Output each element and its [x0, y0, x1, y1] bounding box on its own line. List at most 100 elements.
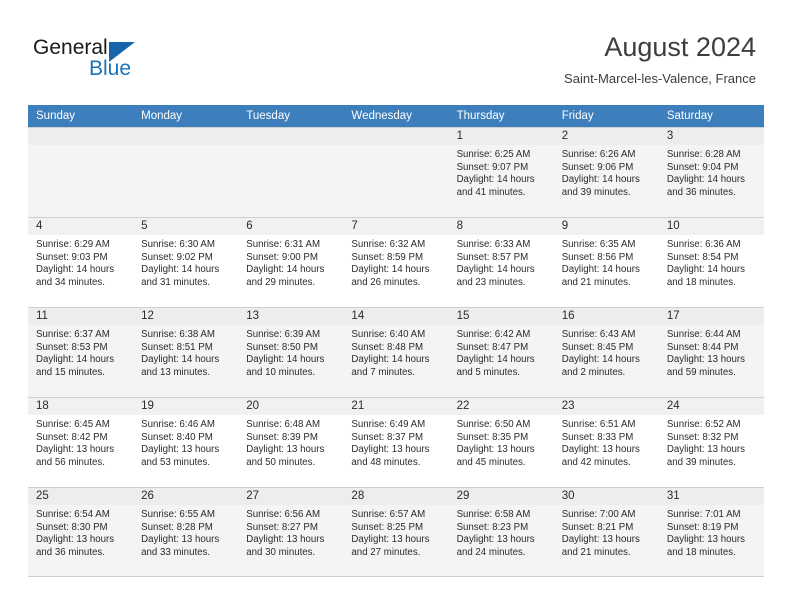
calendar-day-cell[interactable]: 7 Sunrise: 6:32 AM Sunset: 8:59 PM Daylight…: [343, 218, 449, 307]
day-sun-info: Sunrise: 6:58 AM Sunset: 8:23 PM Daylight:…: [449, 505, 554, 559]
daylight-text: Daylight: 13 hours and 42 minutes.: [561, 444, 640, 468]
calendar-weeks: 1 Sunrise: 6:25 AM Sunset: 9:07 PM Daylight…: [28, 127, 764, 577]
day-number: 19: [133, 398, 239, 415]
calendar-day-cell[interactable]: 31 Sunrise: 7:01 AM Sunset: 8:19 PM Dayligh…: [658, 488, 764, 576]
day-sun-info: Sunrise: 6:36 AM Sunset: 8:54 PM Daylight:…: [659, 235, 764, 289]
day-number: 2: [553, 128, 659, 145]
sunrise-text: Sunrise: 6:54 AM: [36, 509, 110, 520]
calendar-day-cell[interactable]: 8 Sunrise: 6:33 AM Sunset: 8:57 PM Daylight…: [448, 218, 554, 307]
daylight-text: Daylight: 13 hours and 27 minutes.: [351, 534, 430, 558]
day-number: 31: [658, 488, 764, 505]
day-sun-info: Sunrise: 6:32 AM Sunset: 8:59 PM Daylight:…: [343, 235, 448, 289]
calendar-day-cell[interactable]: 9 Sunrise: 6:35 AM Sunset: 8:56 PM Daylight…: [553, 218, 659, 307]
sunrise-text: Sunrise: 6:49 AM: [351, 419, 426, 430]
calendar-day-cell[interactable]: 22 Sunrise: 6:50 AM Sunset: 8:35 PM Dayligh…: [448, 398, 554, 487]
day-number: [343, 128, 449, 145]
calendar-day-cell[interactable]: 28 Sunrise: 6:57 AM Sunset: 8:25 PM Dayligh…: [343, 488, 449, 576]
daylight-text: Daylight: 13 hours and 59 minutes.: [666, 354, 745, 378]
day-number: 11: [28, 308, 134, 325]
sunrise-text: Sunrise: 6:43 AM: [561, 329, 636, 340]
daylight-text: Daylight: 14 hours and 10 minutes.: [246, 354, 325, 378]
daylight-text: Daylight: 14 hours and 41 minutes.: [456, 174, 535, 198]
sunset-text: Sunset: 9:06 PM: [561, 161, 634, 173]
day-sun-info: Sunrise: 6:45 AM Sunset: 8:42 PM Daylight:…: [28, 415, 133, 469]
day-sun-info: Sunrise: 6:28 AM Sunset: 9:04 PM Daylight:…: [659, 145, 764, 199]
calendar-day-cell[interactable]: 2 Sunrise: 6:26 AM Sunset: 9:06 PM Daylight…: [553, 128, 659, 217]
page-title: August 2024: [604, 32, 756, 62]
sunset-text: Sunset: 8:23 PM: [456, 521, 529, 533]
calendar-day-cell[interactable]: 15 Sunrise: 6:42 AM Sunset: 8:47 PM Dayligh…: [448, 308, 554, 397]
weekday-header-monday: Monday: [141, 110, 183, 122]
calendar-day-cell[interactable]: 21 Sunrise: 6:49 AM Sunset: 8:37 PM Dayligh…: [343, 398, 449, 487]
calendar-day-cell[interactable]: 4 Sunrise: 6:29 AM Sunset: 9:03 PM Daylight…: [28, 218, 134, 307]
calendar-week-row: 11 Sunrise: 6:37 AM Sunset: 8:53 PM Dayligh…: [28, 307, 764, 397]
day-sun-info: Sunrise: 6:57 AM Sunset: 8:25 PM Daylight:…: [343, 505, 448, 559]
day-number: 10: [658, 218, 764, 235]
calendar-day-cell[interactable]: 14 Sunrise: 6:40 AM Sunset: 8:48 PM Dayligh…: [343, 308, 449, 397]
sunset-text: Sunset: 8:32 PM: [666, 431, 739, 443]
calendar-day-cell[interactable]: 18 Sunrise: 6:45 AM Sunset: 8:42 PM Dayligh…: [28, 398, 134, 487]
calendar-day-cell[interactable]: 20 Sunrise: 6:48 AM Sunset: 8:39 PM Dayligh…: [238, 398, 344, 487]
calendar-day-cell[interactable]: 24 Sunrise: 6:52 AM Sunset: 8:32 PM Dayligh…: [658, 398, 764, 487]
sunset-text: Sunset: 8:48 PM: [351, 341, 424, 353]
calendar-day-cell[interactable]: 5 Sunrise: 6:30 AM Sunset: 9:02 PM Daylight…: [133, 218, 239, 307]
day-sun-info: Sunrise: 6:54 AM Sunset: 8:30 PM Daylight:…: [28, 505, 133, 559]
calendar-day-cell[interactable]: 11 Sunrise: 6:37 AM Sunset: 8:53 PM Dayligh…: [28, 308, 134, 397]
sunrise-text: Sunrise: 6:25 AM: [456, 149, 531, 160]
day-number: 21: [343, 398, 449, 415]
day-number: 30: [553, 488, 659, 505]
sunset-text: Sunset: 8:51 PM: [141, 341, 213, 353]
calendar-day-cell[interactable]: 26 Sunrise: 6:55 AM Sunset: 8:28 PM Dayligh…: [133, 488, 239, 576]
sunrise-text: Sunrise: 6:45 AM: [36, 419, 110, 430]
calendar-day-cell[interactable]: 23 Sunrise: 6:51 AM Sunset: 8:33 PM Dayligh…: [553, 398, 659, 487]
sunrise-text: Sunrise: 6:58 AM: [456, 509, 531, 520]
day-number: 14: [343, 308, 449, 325]
sunset-text: Sunset: 8:53 PM: [36, 341, 108, 353]
calendar-day-cell-empty: [343, 128, 449, 217]
daylight-text: Daylight: 14 hours and 34 minutes.: [36, 264, 115, 288]
sunrise-text: Sunrise: 6:55 AM: [141, 509, 215, 520]
sunset-text: Sunset: 8:47 PM: [456, 341, 529, 353]
sunrise-text: Sunrise: 7:00 AM: [561, 509, 636, 520]
calendar-day-cell[interactable]: 29 Sunrise: 6:58 AM Sunset: 8:23 PM Dayligh…: [448, 488, 554, 576]
calendar-grid: Sunday Monday Tuesday Wednesday Thursday Frid…: [28, 105, 764, 577]
sunrise-text: Sunrise: 6:35 AM: [561, 239, 636, 250]
day-sun-info: Sunrise: 6:44 AM Sunset: 8:44 PM Daylight:…: [659, 325, 764, 379]
day-number: 23: [553, 398, 659, 415]
sunset-text: Sunset: 8:44 PM: [666, 341, 739, 353]
calendar-day-cell[interactable]: 1 Sunrise: 6:25 AM Sunset: 9:07 PM Daylight…: [448, 128, 554, 217]
sunrise-text: Sunrise: 6:56 AM: [246, 509, 321, 520]
calendar-page: General Blue August 2024 Saint-Marcel-le…: [0, 0, 792, 612]
day-number: 15: [448, 308, 554, 325]
calendar-day-cell[interactable]: 13 Sunrise: 6:39 AM Sunset: 8:50 PM Dayligh…: [238, 308, 344, 397]
sunrise-text: Sunrise: 6:50 AM: [456, 419, 531, 430]
sunrise-text: Sunrise: 6:44 AM: [666, 329, 741, 340]
daylight-text: Daylight: 13 hours and 24 minutes.: [456, 534, 535, 558]
calendar-day-cell[interactable]: 12 Sunrise: 6:38 AM Sunset: 8:51 PM Dayligh…: [133, 308, 239, 397]
day-sun-info: Sunrise: 6:50 AM Sunset: 8:35 PM Daylight:…: [449, 415, 554, 469]
calendar-day-cell[interactable]: 16 Sunrise: 6:43 AM Sunset: 8:45 PM Dayligh…: [553, 308, 659, 397]
calendar-day-cell[interactable]: 6 Sunrise: 6:31 AM Sunset: 9:00 PM Daylight…: [238, 218, 344, 307]
calendar-day-cell[interactable]: 30 Sunrise: 7:00 AM Sunset: 8:21 PM Dayligh…: [553, 488, 659, 576]
sunset-text: Sunset: 8:59 PM: [351, 251, 424, 263]
sunset-text: Sunset: 8:39 PM: [246, 431, 318, 443]
sunset-text: Sunset: 8:37 PM: [351, 431, 424, 443]
day-number: 12: [133, 308, 239, 325]
calendar-day-cell[interactable]: 17 Sunrise: 6:44 AM Sunset: 8:44 PM Dayligh…: [658, 308, 764, 397]
calendar-day-cell[interactable]: 3 Sunrise: 6:28 AM Sunset: 9:04 PM Daylight…: [658, 128, 764, 217]
daylight-text: Daylight: 13 hours and 33 minutes.: [141, 534, 220, 558]
day-sun-info: Sunrise: 6:31 AM Sunset: 9:00 PM Daylight:…: [238, 235, 343, 289]
daylight-text: Daylight: 13 hours and 21 minutes.: [561, 534, 640, 558]
calendar-day-cell[interactable]: 25 Sunrise: 6:54 AM Sunset: 8:30 PM Dayligh…: [28, 488, 134, 576]
day-number: 6: [238, 218, 344, 235]
calendar-week-row: 25 Sunrise: 6:54 AM Sunset: 8:30 PM Dayligh…: [28, 487, 764, 577]
calendar-day-cell[interactable]: 19 Sunrise: 6:46 AM Sunset: 8:40 PM Dayligh…: [133, 398, 239, 487]
sunset-text: Sunset: 8:40 PM: [141, 431, 213, 443]
calendar-day-cell-empty: [133, 128, 239, 217]
day-sun-info: Sunrise: 6:40 AM Sunset: 8:48 PM Daylight:…: [343, 325, 448, 379]
sunrise-text: Sunrise: 6:28 AM: [666, 149, 741, 160]
day-number: 3: [658, 128, 764, 145]
calendar-day-cell[interactable]: 27 Sunrise: 6:56 AM Sunset: 8:27 PM Dayligh…: [238, 488, 344, 576]
general-blue-logo: General Blue: [33, 36, 163, 84]
calendar-day-cell[interactable]: 10 Sunrise: 6:36 AM Sunset: 8:54 PM Dayligh…: [658, 218, 764, 307]
